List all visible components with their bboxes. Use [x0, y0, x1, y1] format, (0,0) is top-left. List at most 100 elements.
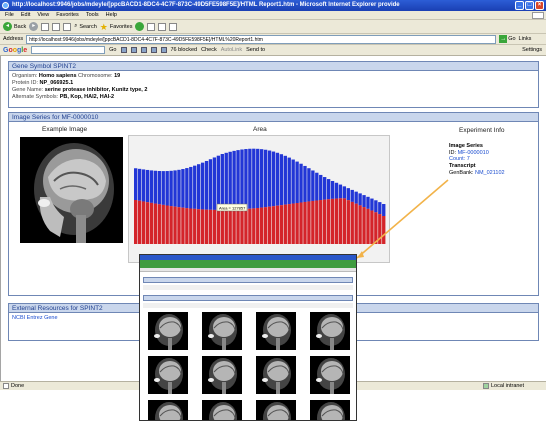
area-bar-upper [240, 149, 244, 210]
google-go-button[interactable]: Go [109, 47, 116, 53]
experiment-count-row: Count: 7 [449, 156, 505, 163]
area-bar-upper [141, 169, 146, 202]
area-bar-lower [362, 207, 366, 244]
print-icon[interactable] [158, 22, 167, 31]
google-icon-3[interactable] [140, 47, 147, 53]
area-bar-upper [200, 162, 205, 210]
area-bar-lower [197, 209, 201, 244]
count-value[interactable]: 7 [467, 156, 470, 162]
go-button[interactable]: → Go [499, 35, 516, 43]
area-bar-lower [315, 200, 319, 244]
popup-blocker-icon [160, 47, 167, 53]
area-bar-lower [256, 207, 260, 244]
menu-view[interactable]: View [37, 12, 49, 19]
area-bar-lower [200, 209, 205, 244]
area-bar-lower [220, 209, 224, 244]
send-to-button[interactable]: Send to [246, 47, 265, 53]
example-image-title: Example Image [42, 126, 88, 133]
google-icon-2[interactable] [130, 47, 137, 53]
area-bar-upper [224, 152, 228, 210]
area-bar-lower [358, 205, 362, 244]
experiment-id-link[interactable]: MF-0000010 [458, 150, 489, 156]
menu-tools[interactable]: Tools [86, 12, 99, 19]
area-bar-upper [189, 166, 193, 209]
google-icon-1[interactable] [120, 47, 127, 53]
inset-mri-thumbnail [202, 356, 242, 394]
inset-mri-thumbnail [310, 312, 350, 350]
google-search-input[interactable] [31, 46, 106, 54]
edit-icon[interactable] [169, 22, 178, 31]
area-bar-lower [212, 209, 217, 244]
google-icon-4[interactable] [150, 47, 157, 53]
back-button[interactable]: ◂ Back [3, 22, 26, 31]
area-bar-upper [236, 150, 240, 210]
ncbi-entrez-gene-link[interactable]: NCBI Entrez Gene [12, 315, 58, 321]
area-bar-lower [224, 209, 228, 244]
menu-edit[interactable]: Edit [21, 12, 30, 19]
area-bar-lower [330, 198, 335, 244]
area-bar-upper [232, 150, 236, 210]
address-input[interactable]: http://localhost:9946/jobs/mdeyle/[ppcBA… [26, 34, 497, 44]
gene-panel-body: Organism: Homo sapiens Chromosome: 19 Pr… [9, 71, 538, 103]
autolink-button[interactable]: AutoLink [221, 47, 242, 53]
area-bar-upper [362, 195, 366, 208]
inset-thumbnail-grid [148, 312, 352, 420]
favorites-button[interactable]: ★ Favorites [100, 22, 133, 31]
area-bar-lower [208, 209, 213, 244]
check-button[interactable]: Check [201, 47, 217, 53]
maximize-button[interactable]: □ [525, 1, 534, 10]
area-bar-upper [358, 193, 362, 206]
image-series-title: Image Series for MF-0000010 [9, 113, 538, 122]
area-bar-lower [374, 212, 378, 244]
media-icon[interactable] [135, 22, 145, 31]
area-bar-upper [382, 204, 386, 217]
area-bar-lower [260, 207, 264, 244]
gene-panel-title: Gene Symbol SPINT2 [9, 62, 538, 71]
area-bar-upper [342, 186, 347, 199]
close-button[interactable]: × [535, 1, 544, 10]
area-bar-upper [185, 168, 189, 209]
area-bar-lower [307, 201, 311, 244]
area-bar-upper [283, 155, 287, 205]
area-bar-lower [165, 205, 169, 244]
links-label[interactable]: Links [519, 36, 532, 42]
area-bar-upper [326, 179, 331, 200]
area-bar-upper [208, 159, 213, 210]
search-button[interactable]: ⌕ Search [74, 23, 97, 30]
protein-id-row: Protein ID: NP_066925.1 [12, 80, 74, 86]
refresh-icon[interactable] [52, 22, 61, 31]
mail-icon[interactable] [147, 22, 156, 31]
menu-favorites[interactable]: Favorites [56, 12, 79, 19]
area-bar-upper [346, 188, 350, 201]
area-bar-lower [299, 202, 303, 244]
area-bar-upper [220, 153, 224, 210]
settings-button[interactable]: Settings [522, 47, 542, 53]
area-bar-upper [216, 155, 221, 210]
home-icon[interactable] [63, 22, 72, 31]
popups-blocked-count[interactable]: 76 blocked [171, 47, 198, 53]
area-bar-lower [354, 203, 358, 244]
area-bar-lower [263, 207, 268, 244]
count-link[interactable]: Count: [449, 156, 465, 162]
page-done-icon [3, 383, 9, 389]
window-title: http://localhost:9946/jobs/mdeyle/[ppcBA… [12, 2, 400, 8]
area-bar-lower [161, 204, 165, 244]
area-bar-lower [137, 200, 142, 244]
area-bar-lower [267, 206, 272, 244]
area-bar-upper [197, 164, 201, 210]
minimize-button[interactable]: _ [515, 1, 524, 10]
inset-mri-thumbnail [202, 312, 242, 350]
menu-file[interactable]: File [5, 12, 14, 19]
area-bar-upper [307, 168, 311, 202]
security-zone-label: Local intranet [491, 383, 525, 389]
area-bar-lower [157, 204, 161, 244]
inset-mri-thumbnail [148, 356, 188, 394]
menu-help[interactable]: Help [106, 12, 117, 19]
stop-icon[interactable] [41, 22, 50, 31]
area-bar-lower [338, 198, 343, 244]
transcript-label: Transcript [449, 163, 476, 170]
genbank-link[interactable]: NM_021102 [475, 170, 505, 176]
area-bar-lower [252, 208, 256, 244]
area-bar-upper [134, 168, 138, 200]
forward-button[interactable]: ▸ [29, 22, 39, 31]
